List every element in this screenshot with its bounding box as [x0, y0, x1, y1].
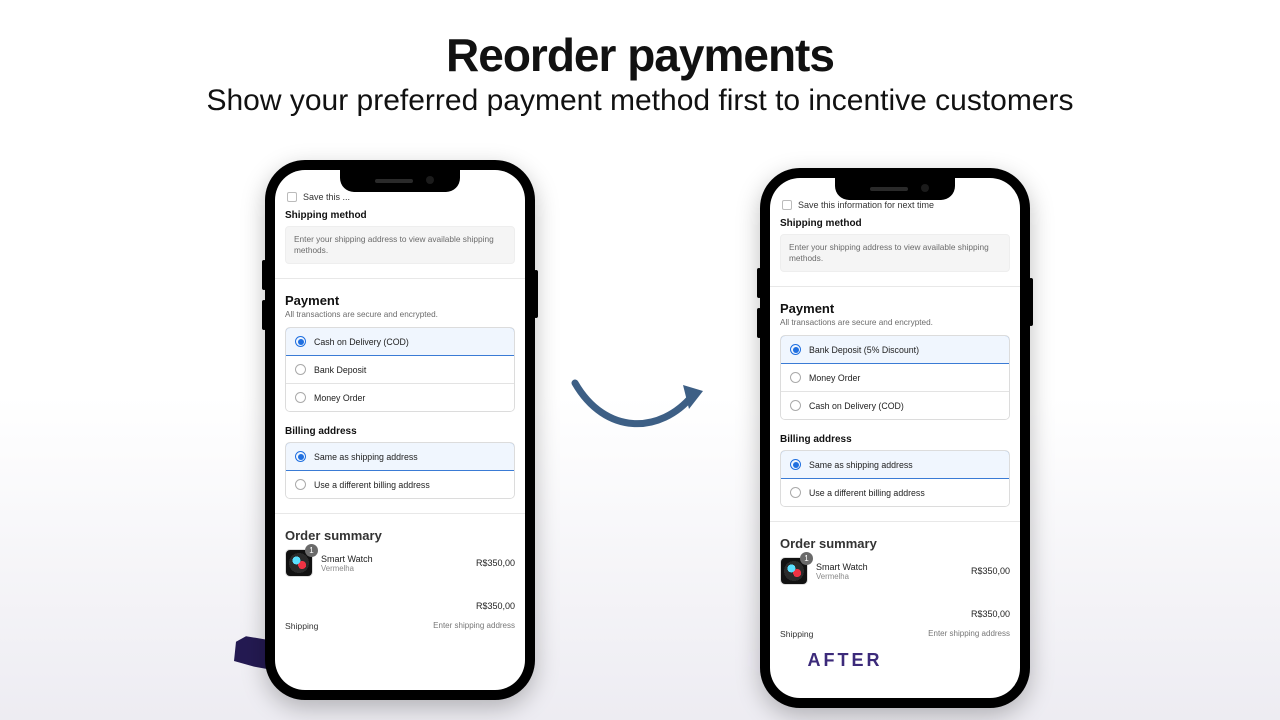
billing-options: Same as shipping address Use a different… — [285, 442, 515, 499]
hero-title: Reorder payments — [0, 28, 1280, 82]
billing-option-same[interactable]: Same as shipping address — [780, 450, 1010, 479]
radio-icon — [790, 459, 801, 470]
payment-option[interactable]: Money Order — [286, 383, 514, 411]
item-name: Smart Watch — [321, 554, 468, 564]
shipping-hint: Enter shipping address — [433, 621, 515, 631]
radio-icon — [790, 400, 801, 411]
after-label: AFTER — [808, 650, 883, 670]
shipping-prompt: Enter your shipping address to view avai… — [285, 226, 515, 264]
radio-icon — [790, 487, 801, 498]
payment-title: Payment — [780, 301, 1010, 316]
before-label: BEFORE — [283, 642, 376, 662]
billing-option-different[interactable]: Use a different billing address — [781, 478, 1009, 506]
item-name: Smart Watch — [816, 562, 963, 572]
radio-icon — [295, 336, 306, 347]
before-badge: BEFORE — [230, 633, 430, 673]
qty-badge: 1 — [800, 552, 813, 565]
billing-options: Same as shipping address Use a different… — [780, 450, 1010, 507]
payment-subtitle: All transactions are secure and encrypte… — [780, 318, 1010, 327]
billing-diff-label: Use a different billing address — [314, 480, 430, 490]
phone-after: Save this information for next time Ship… — [760, 168, 1030, 708]
summary-item-row: 1 Smart Watch Vermelha R$350,00 — [780, 557, 1010, 585]
save-info-row[interactable]: Save this information for next time — [780, 200, 1010, 210]
payment-options-before: Cash on Delivery (COD) Bank Deposit Mone… — [285, 327, 515, 412]
shipping-method-title: Shipping method — [780, 218, 1010, 229]
radio-icon — [295, 392, 306, 403]
payment-option-label: Bank Deposit (5% Discount) — [809, 345, 919, 355]
billing-title: Billing address — [285, 426, 515, 437]
shipping-method-title: Shipping method — [285, 210, 515, 221]
payment-title: Payment — [285, 293, 515, 308]
item-price: R$350,00 — [476, 558, 515, 568]
radio-icon — [295, 479, 306, 490]
subtotal-price: R$350,00 — [971, 609, 1010, 619]
payment-option-label: Bank Deposit — [314, 365, 366, 375]
hero-subtitle: Show your preferred payment method first… — [0, 84, 1280, 118]
product-thumbnail: 1 — [780, 557, 808, 585]
billing-same-label: Same as shipping address — [314, 452, 418, 462]
payment-option-label: Money Order — [314, 393, 365, 403]
product-thumbnail: 1 — [285, 549, 313, 577]
billing-option-different[interactable]: Use a different billing address — [286, 470, 514, 498]
screen-after: Save this information for next time Ship… — [770, 178, 1020, 698]
phone-notch — [340, 170, 460, 192]
billing-title: Billing address — [780, 434, 1010, 445]
item-variant: Vermelha — [321, 564, 468, 573]
payment-option[interactable]: Cash on Delivery (COD) — [285, 327, 515, 356]
payment-option[interactable]: Money Order — [781, 363, 1009, 391]
shipping-line-label: Shipping — [780, 629, 813, 639]
save-info-label: Save this information for next time — [798, 200, 934, 210]
payment-option-label: Cash on Delivery (COD) — [314, 337, 409, 347]
shipping-hint: Enter shipping address — [928, 629, 1010, 639]
radio-icon — [790, 344, 801, 355]
payment-option-label: Money Order — [809, 373, 860, 383]
shipping-prompt: Enter your shipping address to view avai… — [780, 234, 1010, 272]
radio-icon — [295, 451, 306, 462]
save-info-label: Save this ... — [303, 192, 350, 202]
payment-option[interactable]: Bank Deposit — [286, 355, 514, 383]
payment-option[interactable]: Cash on Delivery (COD) — [781, 391, 1009, 419]
phone-notch — [835, 178, 955, 200]
checkbox-icon[interactable] — [782, 200, 792, 210]
summary-title: Order summary — [780, 536, 1010, 551]
subtotal-price: R$350,00 — [476, 601, 515, 611]
summary-item-row: 1 Smart Watch Vermelha R$350,00 — [285, 549, 515, 577]
radio-icon — [295, 364, 306, 375]
checkbox-icon[interactable] — [287, 192, 297, 202]
screen-before: Save this ... Shipping method Enter your… — [275, 170, 525, 690]
payment-options-after: Bank Deposit (5% Discount) Money Order C… — [780, 335, 1010, 420]
radio-icon — [790, 372, 801, 383]
billing-option-same[interactable]: Same as shipping address — [285, 442, 515, 471]
comparison-stage: Save this ... Shipping method Enter your… — [0, 155, 1280, 720]
qty-badge: 1 — [305, 544, 318, 557]
payment-subtitle: All transactions are secure and encrypte… — [285, 310, 515, 319]
phone-before: Save this ... Shipping method Enter your… — [265, 160, 535, 700]
item-price: R$350,00 — [971, 566, 1010, 576]
after-badge: AFTER — [745, 641, 945, 681]
payment-option-label: Cash on Delivery (COD) — [809, 401, 904, 411]
summary-title: Order summary — [285, 528, 515, 543]
billing-diff-label: Use a different billing address — [809, 488, 925, 498]
billing-same-label: Same as shipping address — [809, 460, 913, 470]
payment-option[interactable]: Bank Deposit (5% Discount) — [780, 335, 1010, 364]
item-variant: Vermelha — [816, 572, 963, 581]
shipping-line-label: Shipping — [285, 621, 318, 631]
hero-header: Reorder payments Show your preferred pay… — [0, 0, 1280, 118]
save-info-row[interactable]: Save this ... — [285, 192, 515, 202]
arrow-icon — [565, 365, 715, 455]
